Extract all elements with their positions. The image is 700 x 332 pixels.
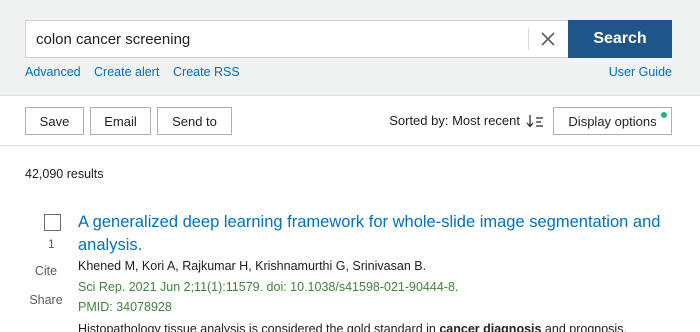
search-button[interactable]: Search bbox=[568, 20, 672, 58]
result-checkbox[interactable] bbox=[44, 214, 61, 231]
email-button[interactable]: Email bbox=[90, 107, 151, 135]
user-guide-link[interactable]: User Guide bbox=[609, 65, 672, 79]
sort-selector[interactable]: Sorted by: Most recent bbox=[389, 113, 544, 128]
sort-descending-icon bbox=[526, 114, 543, 127]
result-citation: Sci Rep. 2021 Jun 2;11(1):11579. doi: 10… bbox=[78, 280, 459, 294]
result-title-link[interactable]: A generalized deep learning framework fo… bbox=[78, 211, 670, 257]
sort-label: Sorted by: Most recent bbox=[389, 113, 520, 128]
result-snippet: Histopathology tissue analysis is consid… bbox=[78, 322, 627, 332]
result-authors: Khened M, Kori A, Rajkumar H, Krishnamur… bbox=[78, 259, 427, 273]
create-rss-link[interactable]: Create RSS bbox=[173, 65, 240, 79]
display-options-label: Display options bbox=[568, 113, 657, 129]
result-number: 1 bbox=[48, 237, 55, 251]
snippet-text-end: and prognosis. bbox=[541, 322, 627, 332]
result-pmid: PMID: 34078928 bbox=[78, 300, 172, 314]
results-count: 42,090 results bbox=[25, 167, 104, 181]
send-to-button[interactable]: Send to bbox=[157, 107, 232, 135]
cite-button[interactable]: Cite bbox=[25, 264, 67, 278]
snippet-highlight: cancer diagnosis bbox=[439, 322, 542, 332]
display-options-button[interactable]: Display options bbox=[553, 107, 672, 135]
close-icon[interactable] bbox=[538, 29, 558, 49]
advanced-link[interactable]: Advanced bbox=[25, 65, 81, 79]
search-box bbox=[25, 20, 569, 58]
search-input[interactable] bbox=[26, 21, 528, 57]
share-button[interactable]: Share bbox=[25, 293, 67, 307]
display-options-indicator bbox=[661, 112, 667, 118]
create-alert-link[interactable]: Create alert bbox=[94, 65, 159, 79]
snippet-text-start: Histopathology tissue analysis is consid… bbox=[78, 322, 440, 332]
toolbar-top-divider bbox=[0, 95, 700, 96]
save-button[interactable]: Save bbox=[25, 107, 84, 135]
clear-divider bbox=[528, 28, 529, 50]
toolbar-bottom-divider bbox=[0, 145, 700, 146]
